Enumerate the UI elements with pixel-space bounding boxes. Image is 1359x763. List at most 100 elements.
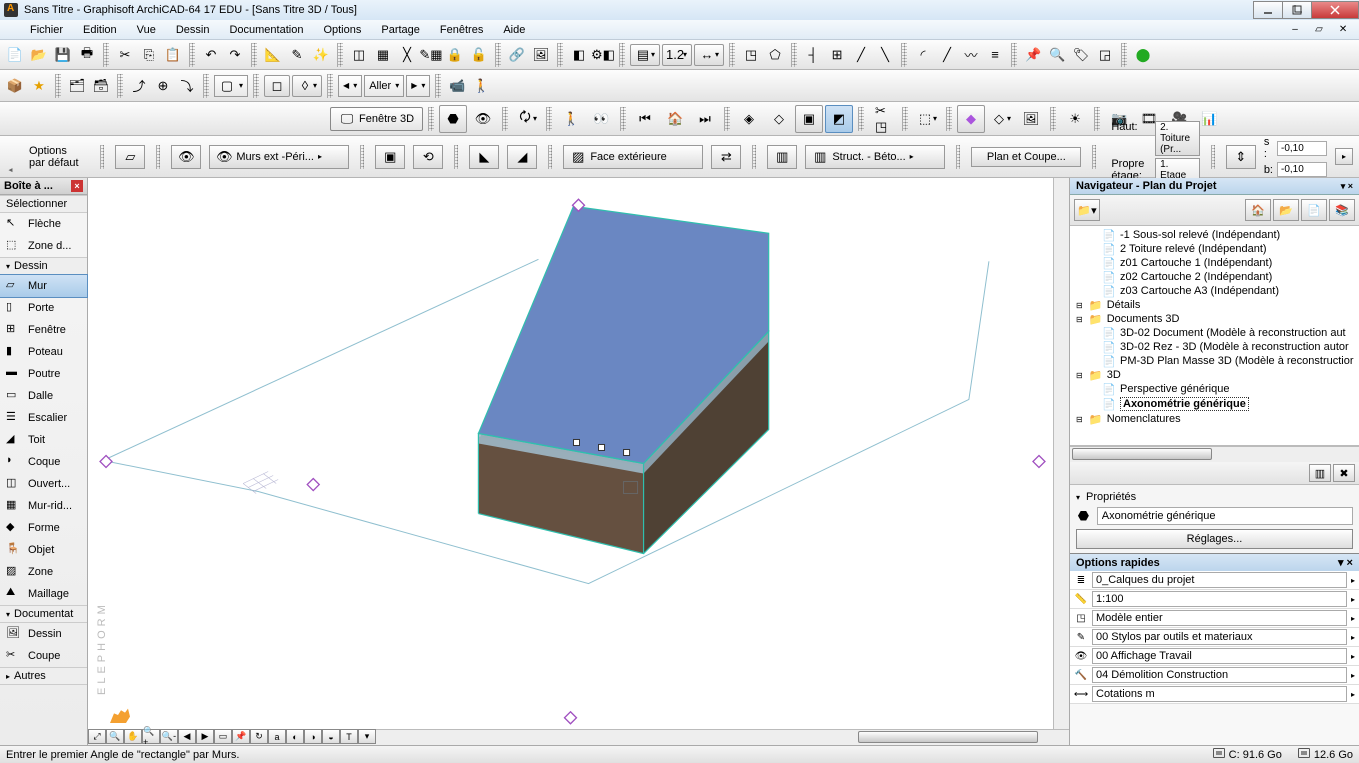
- copy-icon[interactable]: ⎘: [138, 44, 160, 66]
- quick-option-row[interactable]: 🔨04 Démolition Construction▸: [1070, 666, 1359, 685]
- mdi-close-icon[interactable]: ✕: [1333, 23, 1353, 37]
- align-icon[interactable]: ┤: [802, 44, 824, 66]
- tool-window[interactable]: ⊞Fenêtre: [0, 319, 87, 341]
- angle-icon[interactable]: ◣: [469, 145, 499, 169]
- dim-icon[interactable]: ◲: [1094, 44, 1116, 66]
- lock-icon[interactable]: 🔒: [444, 44, 466, 66]
- quick-pin-icon[interactable]: ▾ ×: [1338, 556, 1353, 569]
- camera-icon[interactable]: 📹: [446, 75, 468, 97]
- qv-more-icon[interactable]: ▾: [358, 729, 376, 744]
- line-icon[interactable]: ╱: [936, 44, 958, 66]
- tree-item[interactable]: 📄-1 Sous-sol relevé (Indépendant): [1070, 228, 1359, 242]
- viewport-3d[interactable]: ELEPHORM ⤢ 🔍 ✋ 🔍+ 🔍- ◀ ▶ ▭ 📌 ↻ a ◐ ◑ ◒ T…: [88, 178, 1069, 745]
- walk2-icon[interactable]: 🚶: [557, 105, 585, 133]
- back-history[interactable]: ◀▾: [338, 75, 362, 97]
- tree-item[interactable]: ⊟📁Détails: [1070, 298, 1359, 312]
- fav-icon[interactable]: 📦: [4, 75, 26, 97]
- qv-pin-icon[interactable]: 📌: [232, 729, 250, 744]
- s-input[interactable]: [1277, 141, 1327, 156]
- unlock-icon[interactable]: 🔓: [468, 44, 490, 66]
- ungroup-icon[interactable]: ╳: [396, 44, 418, 66]
- face-flip-icon[interactable]: ⇄: [711, 145, 741, 169]
- wand-icon[interactable]: ✨: [310, 44, 332, 66]
- cat-more[interactable]: ▸Autres: [0, 667, 87, 685]
- struct-combo[interactable]: ▥Struct. - Béto...▸: [805, 145, 945, 169]
- hotlink-icon[interactable]: 🔗: [506, 44, 528, 66]
- defaults-label[interactable]: Options par défaut: [23, 145, 89, 169]
- tree-del-icon[interactable]: ✖: [1333, 464, 1355, 482]
- face-combo[interactable]: ▨Face extérieure: [563, 145, 703, 169]
- refline-icon[interactable]: ⟲: [413, 145, 443, 169]
- suspend-group-icon[interactable]: ◫: [348, 44, 370, 66]
- find-select-icon[interactable]: 🔍: [1046, 44, 1068, 66]
- menu-dessin[interactable]: Dessin: [166, 21, 220, 39]
- pick-icon[interactable]: ✎: [286, 44, 308, 66]
- navigator-tree[interactable]: 📄-1 Sous-sol relevé (Indépendant)📄2 Toit…: [1070, 226, 1359, 446]
- 3d-window-button[interactable]: 🖵Fenêtre 3D: [330, 107, 423, 131]
- qv-zoom-icon[interactable]: 🔍: [106, 729, 124, 744]
- qv-2-icon[interactable]: ◑: [304, 729, 322, 744]
- tool-drawing[interactable]: 🖼Dessin: [0, 623, 87, 645]
- story-new-icon[interactable]: ⊕: [152, 75, 174, 97]
- tree-item[interactable]: 📄2 Toiture relevé (Indépendant): [1070, 242, 1359, 256]
- aller-combo[interactable]: Aller▾: [364, 75, 404, 97]
- cat-design[interactable]: ▾Dessin: [0, 257, 87, 275]
- quick-option-row[interactable]: ◳Modèle entier▸: [1070, 609, 1359, 628]
- cube3d-icon[interactable]: ◳: [740, 44, 762, 66]
- cat-select[interactable]: Sélectionner: [0, 195, 87, 213]
- minimize-button[interactable]: [1253, 1, 1283, 19]
- angle2-icon[interactable]: ◢: [507, 145, 537, 169]
- tree-item[interactable]: 📄Axonométrie générique: [1070, 396, 1359, 412]
- quick-option-row[interactable]: 📏1:100▸: [1070, 590, 1359, 609]
- menu-partage[interactable]: Partage: [371, 21, 430, 39]
- qv-3-icon[interactable]: ◒: [322, 729, 340, 744]
- star-icon[interactable]: ★: [28, 75, 50, 97]
- tool-arrow[interactable]: ↖Flèche: [0, 213, 87, 235]
- tool-zone[interactable]: ▨Zone: [0, 561, 87, 583]
- arc-icon[interactable]: ◜: [912, 44, 934, 66]
- iso-icon[interactable]: ◈: [735, 105, 763, 133]
- model-view-icon[interactable]: 1.2▾: [662, 44, 692, 66]
- b-input[interactable]: [1277, 162, 1327, 177]
- tool-object[interactable]: 🪑Objet: [0, 539, 87, 561]
- navtab-book[interactable]: 🏠: [1245, 199, 1271, 221]
- print-icon[interactable]: 🖶: [76, 44, 98, 66]
- cube3d-iso-icon[interactable]: ⬠: [764, 44, 786, 66]
- scale-icon[interactable]: ↔▾: [694, 44, 724, 66]
- tool-shell[interactable]: ◗Coque: [0, 451, 87, 473]
- layer-eye-icon[interactable]: 👁: [171, 145, 201, 169]
- menu-vue[interactable]: Vue: [127, 21, 166, 39]
- geometry-method[interactable]: ▱: [115, 145, 145, 169]
- props-name-input[interactable]: [1097, 507, 1353, 525]
- energy-icon[interactable]: ⬤: [1132, 44, 1154, 66]
- tool-door[interactable]: ▯Porte: [0, 297, 87, 319]
- persp-icon[interactable]: ⬣: [439, 105, 467, 133]
- qv-zoomout-icon[interactable]: 🔍-: [160, 729, 178, 744]
- qv-orbit-icon[interactable]: ↻: [250, 729, 268, 744]
- new-file-icon[interactable]: 📄: [4, 44, 26, 66]
- haut-value[interactable]: 2. Toiture (Pr...: [1155, 121, 1200, 156]
- orbit-icon[interactable]: 🗘▾: [513, 105, 541, 133]
- tree-item[interactable]: 📄z03 Cartouche A3 (Indépendant): [1070, 284, 1359, 298]
- tree-item[interactable]: 📄3D-02 Document (Modèle à reconstruction…: [1070, 326, 1359, 340]
- menu-options[interactable]: Options: [313, 21, 371, 39]
- struct-icon[interactable]: ▥: [767, 145, 797, 169]
- toolbox-close-icon[interactable]: ×: [71, 180, 83, 192]
- navigator-pin-icon[interactable]: ▾ ×: [1341, 181, 1353, 192]
- menu-documentation[interactable]: Documentation: [219, 21, 313, 39]
- layers-icon[interactable]: 🗂: [66, 75, 88, 97]
- drawing-icon[interactable]: 🖼: [530, 44, 552, 66]
- view-combo[interactable]: ▢▾: [214, 75, 248, 97]
- tree-item[interactable]: ⊟📁Documents 3D: [1070, 312, 1359, 326]
- measure-icon[interactable]: 📐: [262, 44, 284, 66]
- menu-fichier[interactable]: Fichier: [20, 21, 73, 39]
- tool-section[interactable]: ✂Coupe: [0, 645, 87, 667]
- layer-combo[interactable]: 👁Murs ext -Péri...▸: [209, 145, 349, 169]
- guide-icon[interactable]: ╱: [850, 44, 872, 66]
- explore-icon[interactable]: 👁: [469, 105, 497, 133]
- qv-text-icon[interactable]: T: [340, 729, 358, 744]
- tool-marquee[interactable]: ⬚Zone d...: [0, 235, 87, 257]
- tool-column[interactable]: ▮Poteau: [0, 341, 87, 363]
- sun-icon[interactable]: ☀: [1061, 105, 1089, 133]
- shade-mode-icon[interactable]: ◆: [957, 105, 985, 133]
